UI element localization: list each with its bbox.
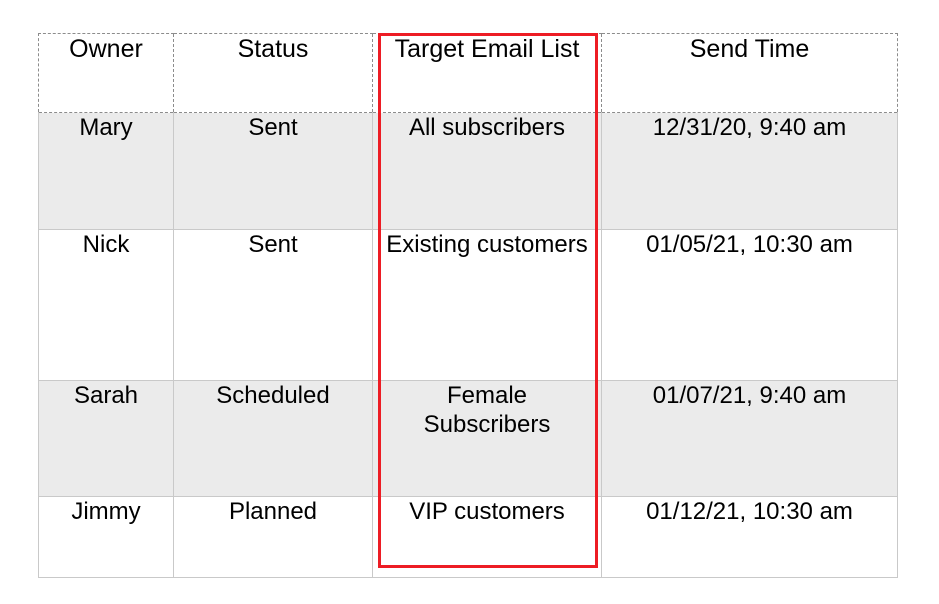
table-row: Sarah Scheduled Female Subscribers 01/07… [38, 380, 898, 497]
table-header: Owner Status Target Email List Send Time [38, 33, 898, 113]
cell-owner: Sarah [38, 380, 174, 497]
cell-target: All subscribers [372, 112, 602, 230]
cell-send: 01/07/21, 9:40 am [601, 380, 898, 497]
cell-owner: Nick [38, 229, 174, 381]
table-row: Jimmy Planned VIP customers 01/12/21, 10… [38, 496, 898, 578]
cell-owner: Jimmy [38, 496, 174, 578]
email-campaign-table: Owner Status Target Email List Send Time… [38, 33, 898, 578]
cell-target: VIP customers [372, 496, 602, 578]
cell-send: 01/12/21, 10:30 am [601, 496, 898, 578]
cell-status: Planned [173, 496, 373, 578]
cell-status: Sent [173, 112, 373, 230]
column-header-owner: Owner [38, 33, 174, 113]
table-body: Mary Sent All subscribers 12/31/20, 9:40… [38, 112, 898, 578]
slide-canvas: Owner Status Target Email List Send Time… [0, 0, 939, 604]
cell-status: Scheduled [173, 380, 373, 497]
table-header-row: Owner Status Target Email List Send Time [38, 33, 898, 113]
cell-target: Existing customers [372, 229, 602, 381]
column-header-status: Status [173, 33, 373, 113]
column-header-send-time: Send Time [601, 33, 898, 113]
cell-status: Sent [173, 229, 373, 381]
cell-send: 01/05/21, 10:30 am [601, 229, 898, 381]
table-row: Mary Sent All subscribers 12/31/20, 9:40… [38, 112, 898, 230]
cell-owner: Mary [38, 112, 174, 230]
table-row: Nick Sent Existing customers 01/05/21, 1… [38, 229, 898, 381]
cell-send: 12/31/20, 9:40 am [601, 112, 898, 230]
column-header-target-email-list: Target Email List [372, 33, 602, 113]
cell-target: Female Subscribers [372, 380, 602, 497]
